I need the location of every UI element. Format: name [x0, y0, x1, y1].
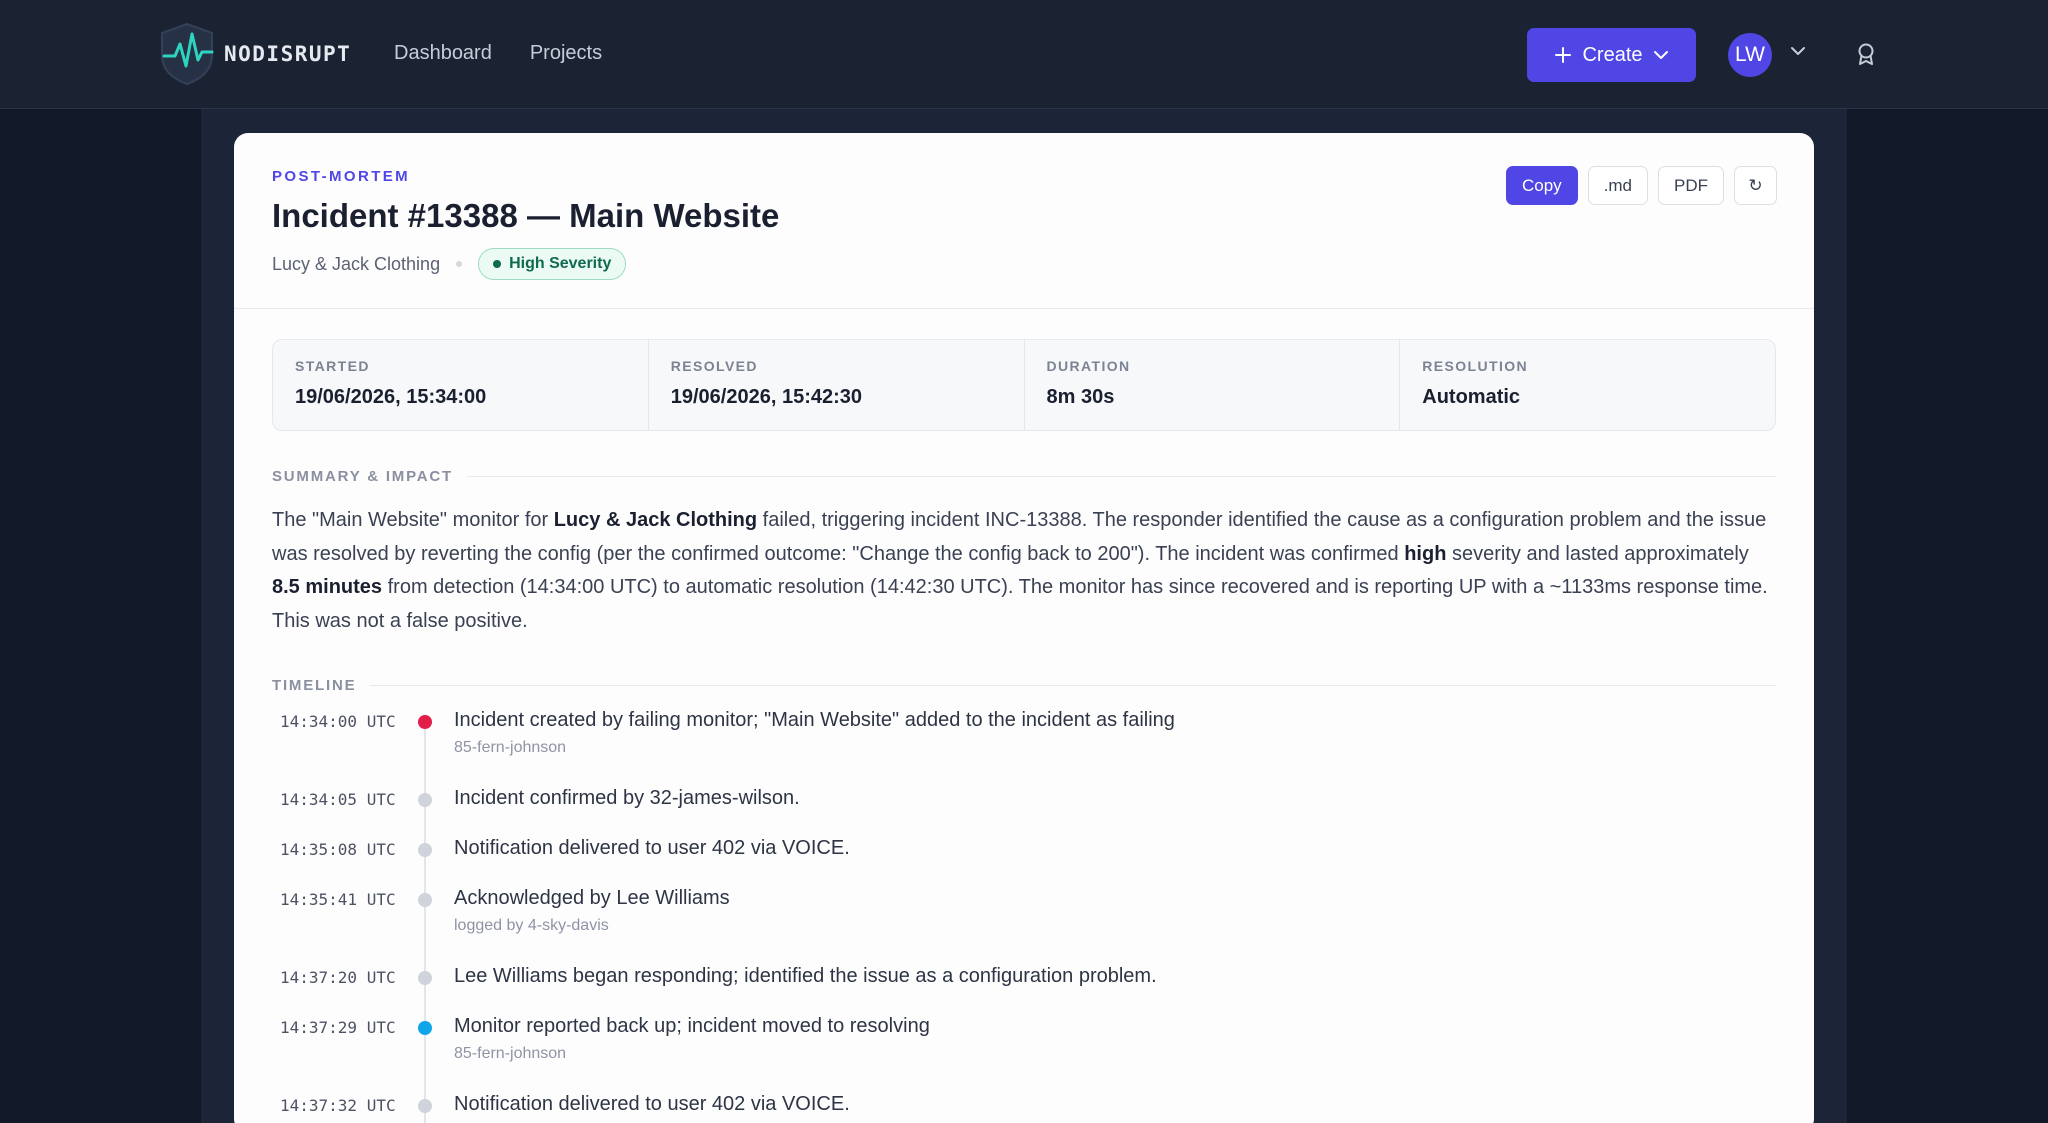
- stat-duration: DURATION 8m 30s: [1025, 340, 1401, 430]
- severity-label: High Severity: [509, 255, 612, 272]
- chevron-down-icon[interactable]: [1790, 46, 1806, 56]
- timeline-time: 14:35:08 UTC: [280, 840, 396, 859]
- nav-projects[interactable]: Projects: [530, 42, 602, 65]
- refresh-icon: ↻: [1748, 175, 1763, 195]
- timeline-dot: [418, 843, 432, 857]
- timeline-dot: [418, 971, 432, 985]
- severity-badge: High Severity: [478, 248, 627, 280]
- timeline-time: 14:37:32 UTC: [280, 1096, 396, 1115]
- timeline-text: Notification delivered to user 402 via V…: [454, 1093, 850, 1115]
- brand[interactable]: NODISRUPT: [158, 22, 351, 86]
- chevron-down-icon: [1653, 51, 1668, 59]
- stat-label: STARTED: [295, 358, 370, 374]
- timeline-heading: TIMELINE: [272, 677, 1776, 694]
- timeline-dot: [418, 715, 432, 729]
- timeline-time: 14:37:29 UTC: [280, 1018, 396, 1037]
- timeline-text: Incident confirmed by 32-james-wilson.: [454, 787, 800, 809]
- stat-label: DURATION: [1046, 358, 1131, 374]
- timeline-actor: 85-fern-johnson: [454, 739, 567, 756]
- stat-value: Automatic: [1422, 386, 1521, 408]
- timeline-heading-label: TIMELINE: [272, 677, 357, 694]
- timeline-dot: [418, 1099, 432, 1113]
- export-actions: Copy .md PDF ↻: [1505, 166, 1777, 205]
- org-name: Lucy & Jack Clothing: [272, 253, 441, 274]
- create-button-label: Create: [1582, 43, 1643, 66]
- divider: [467, 476, 1776, 477]
- stat-label: RESOLVED: [670, 358, 758, 374]
- timeline-text: Notification delivered to user 402 via V…: [454, 837, 850, 859]
- top-nav: NODISRUPT Dashboard Projects Create LW: [0, 0, 2048, 109]
- copy-button[interactable]: Copy: [1505, 166, 1578, 205]
- timeline-time: 14:37:20 UTC: [280, 968, 396, 987]
- summary-heading: SUMMARY & IMPACT: [272, 468, 1776, 485]
- stat-label: RESOLUTION: [1422, 358, 1529, 374]
- right-gutter: [1847, 109, 2048, 1123]
- severity-dot: [493, 260, 502, 268]
- nav-dashboard[interactable]: Dashboard: [394, 42, 492, 65]
- heartbeat-shield-icon: [161, 22, 214, 86]
- user-avatar[interactable]: LW: [1728, 33, 1772, 77]
- subline: Lucy & Jack Clothing High Severity: [272, 248, 627, 280]
- separator-dot: [456, 261, 463, 267]
- stat-value: 8m 30s: [1046, 386, 1115, 408]
- stat-resolved: RESOLVED 19/06/2026, 15:42:30: [649, 340, 1025, 430]
- timeline-actor: 85-fern-johnson: [454, 1045, 567, 1062]
- brand-name: NODISRUPT: [224, 42, 352, 66]
- stat-resolution: RESOLUTION Automatic: [1400, 340, 1775, 430]
- summary-part: The "Main Website" monitor for: [272, 509, 554, 531]
- summary-duration: 8.5 minutes: [272, 576, 383, 598]
- timeline-dot: [418, 893, 432, 907]
- divider: [370, 685, 1776, 686]
- timeline-text: Monitor reported back up; incident moved…: [454, 1015, 930, 1037]
- award-badge-icon[interactable]: [1855, 42, 1877, 66]
- timeline-time: 14:35:41 UTC: [280, 890, 396, 909]
- timeline-time: 14:34:05 UTC: [280, 790, 396, 809]
- summary-heading-label: SUMMARY & IMPACT: [272, 468, 454, 485]
- summary-part: from detection (14:34:00 UTC) to automat…: [272, 576, 1768, 632]
- timeline-text: Acknowledged by Lee Williams: [454, 887, 730, 909]
- primary-nav: Dashboard Projects: [394, 42, 602, 65]
- eyebrow: POST-MORTEM: [272, 168, 411, 185]
- incident-stats: STARTED 19/06/2026, 15:34:00 RESOLVED 19…: [272, 339, 1776, 431]
- timeline-actor: logged by 4-sky-davis: [454, 917, 609, 934]
- stat-value: 19/06/2026, 15:34:00: [295, 386, 487, 408]
- left-gutter: [0, 109, 201, 1123]
- timeline-text: Lee Williams began responding; identifie…: [454, 965, 1157, 987]
- create-button[interactable]: Create: [1527, 28, 1696, 82]
- refresh-button[interactable]: ↻: [1734, 166, 1777, 205]
- card-header: POST-MORTEM Incident #13388 — Main Websi…: [234, 133, 1814, 309]
- timeline-dot: [418, 793, 432, 807]
- timeline-time: 14:34:00 UTC: [280, 712, 396, 731]
- export-md-button[interactable]: .md: [1587, 166, 1648, 205]
- timeline-dot: [418, 1021, 432, 1035]
- page-title: Incident #13388 — Main Website: [272, 197, 780, 234]
- summary-part: severity and lasted approximately: [1446, 542, 1749, 565]
- plus-icon: [1555, 47, 1572, 63]
- summary-org: Lucy & Jack Clothing: [553, 509, 758, 531]
- timeline-text: Incident created by failing monitor; "Ma…: [454, 709, 1175, 731]
- summary-text: The "Main Website" monitor for Lucy & Ja…: [272, 504, 1782, 638]
- export-pdf-button[interactable]: PDF: [1658, 166, 1724, 205]
- stat-started: STARTED 19/06/2026, 15:34:00: [273, 340, 649, 430]
- stat-value: 19/06/2026, 15:42:30: [670, 386, 863, 408]
- postmortem-card: POST-MORTEM Incident #13388 — Main Websi…: [234, 133, 1814, 1123]
- summary-severity: high: [1404, 542, 1447, 565]
- timeline-line: [424, 727, 426, 1123]
